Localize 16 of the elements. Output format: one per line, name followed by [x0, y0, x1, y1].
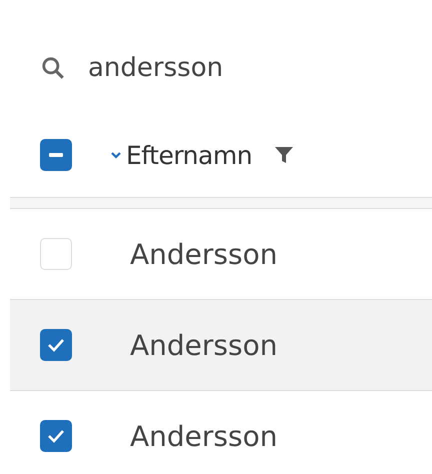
checkmark-icon: [47, 429, 65, 443]
table-row[interactable]: Andersson: [10, 299, 432, 390]
search-field[interactable]: andersson: [88, 53, 388, 83]
filter-icon[interactable]: [274, 145, 294, 165]
minus-icon: [49, 153, 63, 157]
table-cell: Andersson: [130, 238, 278, 270]
search-icon: [40, 55, 66, 81]
row-checkbox[interactable]: [40, 420, 72, 452]
select-all-checkbox[interactable]: [40, 139, 72, 171]
sort-caret-icon[interactable]: [110, 150, 122, 160]
table-cell: Andersson: [130, 328, 278, 362]
row-checkbox[interactable]: [40, 329, 72, 361]
row-checkbox[interactable]: [40, 238, 72, 270]
table-cell: Andersson: [130, 420, 278, 452]
checkmark-icon: [47, 338, 65, 352]
column-header[interactable]: Efternamn: [126, 140, 252, 170]
